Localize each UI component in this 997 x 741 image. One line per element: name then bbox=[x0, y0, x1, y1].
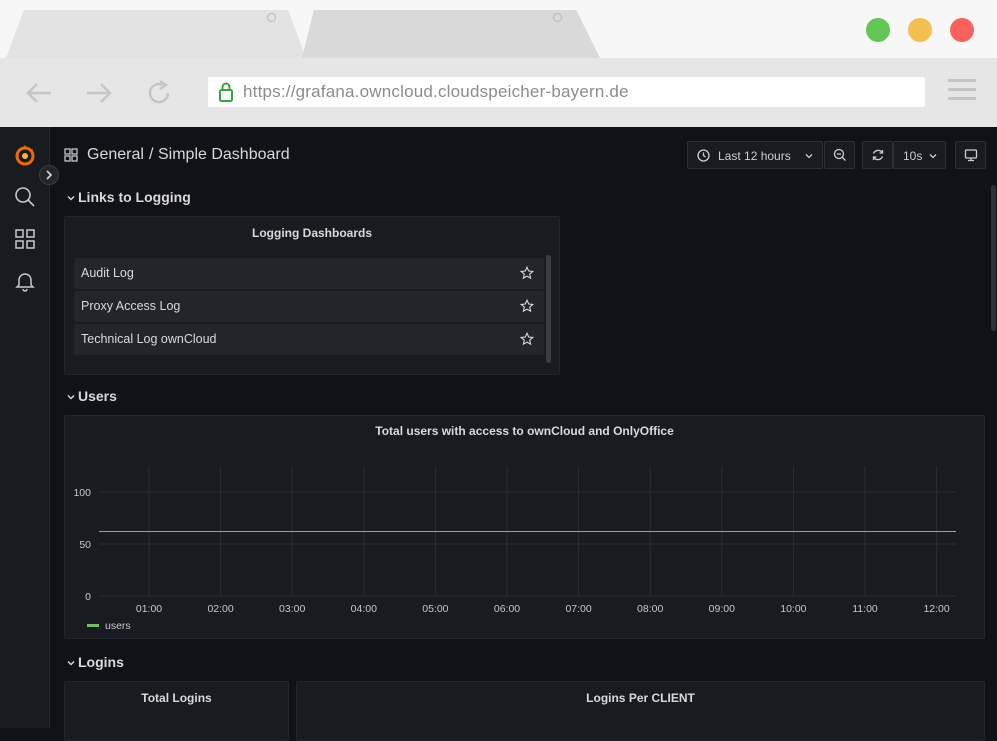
breadcrumb-folder[interactable]: General bbox=[87, 146, 144, 164]
chevron-down-icon bbox=[805, 154, 813, 159]
zoom-out-icon bbox=[833, 148, 846, 161]
x-tick-label: 01:00 bbox=[136, 603, 162, 615]
total-logins-panel: Total Logins bbox=[64, 681, 289, 741]
row-title-logins[interactable]: Logins bbox=[78, 654, 124, 670]
x-tick-label: 08:00 bbox=[637, 603, 663, 615]
dashboard-grid-icon bbox=[64, 148, 78, 162]
browser-tab-active[interactable] bbox=[6, 10, 306, 58]
refresh-icon bbox=[872, 149, 884, 161]
browser-toolbar: https://grafana.owncloud.cloudspeicher-b… bbox=[0, 58, 997, 127]
x-tick-label: 04:00 bbox=[351, 603, 377, 615]
zoom-out-button[interactable] bbox=[824, 141, 855, 169]
tab-bar bbox=[0, 0, 997, 58]
x-tick-label: 03:00 bbox=[279, 603, 305, 615]
x-tick-label: 05:00 bbox=[422, 603, 448, 615]
x-tick-label: 11:00 bbox=[852, 603, 878, 615]
refresh-interval-picker[interactable]: 10s bbox=[893, 141, 946, 169]
y-tick-label: 100 bbox=[73, 487, 91, 499]
users-chart: 0 50 100 01:00 02:00 03:00 04:00 05:00 06:00 07:0… bbox=[73, 466, 956, 615]
time-range-picker[interactable]: Last 12 hours bbox=[687, 141, 823, 169]
star-icon[interactable] bbox=[520, 299, 534, 313]
tab-close-icon[interactable] bbox=[553, 13, 562, 22]
address-bar[interactable]: https://grafana.owncloud.cloudspeicher-b… bbox=[208, 77, 925, 107]
window-maximize-button[interactable] bbox=[866, 18, 890, 42]
monitor-icon bbox=[964, 149, 978, 162]
reload-icon[interactable] bbox=[144, 78, 174, 108]
logging-dashboards-panel: Logging Dashboards Audit Log Proxy Acces… bbox=[64, 216, 560, 375]
row-title-links-to-logging[interactable]: Links to Logging bbox=[78, 189, 191, 205]
browser-menu-icon[interactable] bbox=[948, 79, 976, 101]
list-item[interactable]: Audit Log bbox=[74, 258, 544, 289]
x-tick-label: 06:00 bbox=[494, 603, 520, 615]
users-timeseries-panel: Total users with access to ownCloud and … bbox=[64, 415, 985, 639]
x-tick-label: 10:00 bbox=[780, 603, 806, 615]
x-tick-label: 12:00 bbox=[923, 603, 949, 615]
chevron-down-icon bbox=[929, 154, 937, 159]
dashboard-navbar: General / Simple Dashboard Last 12 hours bbox=[50, 127, 997, 183]
y-tick-label: 50 bbox=[79, 539, 91, 551]
grafana-app: General / Simple Dashboard Last 12 hours bbox=[0, 127, 997, 741]
kiosk-mode-button[interactable] bbox=[955, 141, 986, 169]
list-scrollbar[interactable] bbox=[546, 255, 551, 363]
browser-chrome: https://grafana.owncloud.cloudspeicher-b… bbox=[0, 0, 997, 127]
refresh-interval-label: 10s bbox=[903, 149, 923, 163]
chevron-down-icon[interactable] bbox=[67, 194, 75, 202]
clock-icon bbox=[697, 149, 710, 162]
time-range-label: Last 12 hours bbox=[718, 149, 791, 163]
breadcrumb-separator: / bbox=[149, 146, 154, 163]
dashboards-grid-icon[interactable] bbox=[13, 227, 37, 251]
x-tick-label: 09:00 bbox=[709, 603, 735, 615]
dashboard-link[interactable]: Proxy Access Log bbox=[81, 299, 180, 313]
alerting-bell-icon[interactable] bbox=[13, 269, 37, 293]
refresh-button[interactable] bbox=[862, 141, 893, 169]
list-item[interactable]: Technical Log ownCloud bbox=[74, 324, 544, 355]
page-scrollbar[interactable] bbox=[991, 185, 996, 331]
breadcrumb-dashboard[interactable]: Simple Dashboard bbox=[158, 146, 290, 164]
x-tick-label: 02:00 bbox=[207, 603, 233, 615]
panel-title: Total Logins bbox=[141, 691, 212, 705]
row-title-users[interactable]: Users bbox=[78, 388, 117, 404]
panel-title: Logins Per CLIENT bbox=[586, 691, 695, 705]
search-icon[interactable] bbox=[13, 185, 37, 209]
sidebar bbox=[0, 127, 50, 728]
star-icon[interactable] bbox=[520, 332, 534, 346]
legend-label[interactable]: users bbox=[105, 620, 131, 632]
back-arrow-icon[interactable] bbox=[24, 78, 54, 108]
window-minimize-button[interactable] bbox=[908, 18, 932, 42]
dashboard-link[interactable]: Audit Log bbox=[81, 266, 134, 280]
window-close-button[interactable] bbox=[950, 18, 974, 42]
forward-arrow-icon[interactable] bbox=[84, 78, 114, 108]
star-icon[interactable] bbox=[520, 266, 534, 280]
y-tick-label: 0 bbox=[85, 591, 91, 603]
panel-title: Logging Dashboards bbox=[252, 226, 372, 240]
x-tick-label: 07:00 bbox=[565, 603, 591, 615]
list-item[interactable]: Proxy Access Log bbox=[74, 291, 544, 322]
grafana-logo-icon[interactable] bbox=[13, 143, 37, 167]
legend-swatch bbox=[87, 624, 99, 627]
logins-per-client-panel: Logins Per CLIENT bbox=[296, 681, 985, 741]
tab-close-icon[interactable] bbox=[267, 13, 276, 22]
chevron-down-icon[interactable] bbox=[67, 393, 75, 401]
url-text[interactable]: https://grafana.owncloud.cloudspeicher-b… bbox=[243, 82, 629, 102]
dashboard-link[interactable]: Technical Log ownCloud bbox=[81, 332, 217, 346]
chevron-down-icon[interactable] bbox=[67, 659, 75, 667]
lock-icon bbox=[219, 82, 233, 102]
